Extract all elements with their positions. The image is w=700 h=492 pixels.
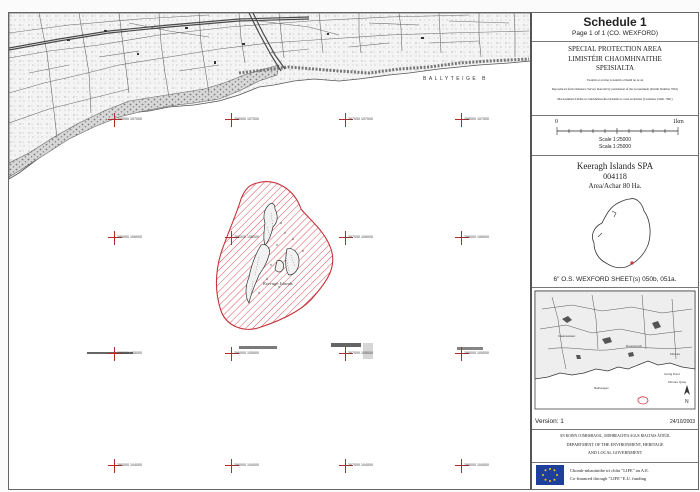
grid-label: 298000 107000	[464, 117, 489, 121]
spa-title-ga-1: LIMISTÉIR CHAOMHNAITHE	[568, 55, 662, 63]
site-location-dot	[630, 261, 634, 265]
grid-label: 297000 105000	[348, 351, 373, 355]
place-label: Carrig Point	[664, 372, 680, 376]
page-info: Page 1 of 1 (CO. WEXFORD)	[572, 30, 658, 37]
mainland	[9, 13, 531, 180]
grid-label: 296000 106000	[234, 235, 259, 239]
scale-ratio-en: Scale 1:25000	[599, 137, 631, 143]
map-note-2: Reproduced from Ordnance Survey material…	[551, 87, 679, 91]
site-block: Keeragh Islands SPA 004118 Area/Achar 80…	[532, 155, 698, 288]
schedule-header: Schedule 1 Page 1 of 1 (CO. WEXFORD)	[532, 13, 698, 42]
department-block: AN ROINN COMHSHAOIL, OIDHREACHTA AGUS RI…	[532, 429, 698, 463]
town-label: BALLYTEIGE B	[423, 76, 488, 82]
map-sheet: BALLYTEIGE B Keeragh Islands 295000 1070…	[0, 0, 700, 492]
grid-label: 295000 104000	[117, 463, 142, 467]
map-canvas: BALLYTEIGE B Keeragh Islands	[9, 13, 531, 359]
site-name: Keeragh Islands SPA	[576, 161, 654, 171]
site-area: Area/Achar 80 Ha.	[588, 182, 642, 190]
designation-block: SPECIAL PROTECTION AREA LIMISTÉIR CHAOMH…	[532, 41, 698, 116]
department-ga: AN ROINN COMHSHAOIL, OIDHREACHTA AGUS RI…	[559, 434, 671, 438]
grid-label: 298000 104000	[464, 463, 489, 467]
place-label: Duncormick	[626, 344, 642, 348]
spa-title-en: SPECIAL PROTECTION AREA	[568, 45, 662, 53]
main-map: BALLYTEIGE B Keeragh Islands 295000 1070…	[8, 12, 532, 490]
schedule-title: Schedule 1	[583, 15, 647, 29]
site-code: 004118	[603, 172, 627, 181]
map-version: Version: 1	[535, 418, 564, 425]
map-note-3: Macasamhail d'ábhar na Suirbhéireachta O…	[557, 97, 673, 101]
place-label: Cleariestown	[558, 334, 576, 338]
grid-label: 297000 106000	[348, 235, 373, 239]
os-sheets: 6" O.S. WEXFORD SHEET(s) 050b, 051a.	[553, 276, 677, 283]
eu-flag-icon	[536, 465, 564, 485]
grid-label: 298000 106000	[464, 235, 489, 239]
map-date: 24/10/2003	[669, 419, 695, 425]
department-en-1: DEPARTMENT OF THE ENVIRONMENT, HERITAGE	[566, 442, 664, 447]
grid-label: 295000 106000	[117, 235, 142, 239]
place-label: Kilmore	[670, 352, 681, 356]
place-label: Kilmore Quay	[668, 380, 687, 384]
svg-text:N: N	[685, 399, 689, 405]
grid-label: 295000 105000	[117, 351, 142, 355]
funding-en: Co-financed through "LIFE" E.U. funding	[570, 476, 647, 481]
island-label: Keeragh Islands	[262, 281, 293, 286]
grid-label: 298000 105000	[464, 351, 489, 355]
funding-block: Chomh-mhaoinithe trí chlár "LIFE" an A.E…	[532, 462, 698, 488]
legend-panel: Schedule 1 Page 1 of 1 (CO. WEXFORD) SPE…	[530, 12, 699, 490]
grid-label: 296000 104000	[234, 463, 259, 467]
place-label: Rathangan	[594, 386, 609, 390]
grid-label: 296000 105000	[234, 351, 259, 355]
department-en-2: AND LOCAL GOVERNMENT	[587, 450, 643, 455]
scale-block: 0 1km Scale 1:25000 Scala 1:25000	[532, 115, 698, 156]
grid-label: 295000 107000	[117, 117, 142, 121]
spa-boundary	[215, 181, 334, 330]
grid-label: 297000 107000	[348, 117, 373, 121]
spa-title-ga-2: SPEISIALTA	[595, 64, 635, 72]
scale-ratio-ga: Scala 1:25000	[599, 144, 631, 150]
inset-block: Rathangan Cleariestown Duncormick Kilmor…	[532, 287, 698, 430]
grid-label: 297000 104000	[348, 463, 373, 467]
funding-ga: Chomh-mhaoinithe trí chlár "LIFE" an A.E…	[570, 468, 650, 473]
map-note-1: Tuairim ar an líne is tuairim a bheith n…	[586, 78, 644, 82]
grid-label: 296000 107000	[234, 117, 259, 121]
ireland-locator-map	[592, 198, 651, 269]
inset-map: Rathangan Cleariestown Duncormick Kilmor…	[534, 290, 696, 410]
